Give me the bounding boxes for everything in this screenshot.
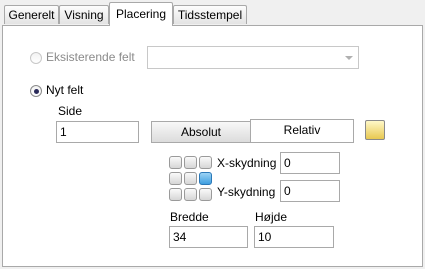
anchor-cell[interactable] (199, 156, 212, 169)
existing-field-select[interactable] (147, 46, 359, 69)
chevron-down-icon (345, 56, 353, 60)
tab-bar: Generelt Visning Placering Tidsstempel (0, 0, 425, 26)
width-input[interactable]: 34 (169, 226, 248, 248)
new-field-label: Nyt felt (46, 83, 84, 97)
anchor-cell[interactable] (184, 156, 197, 169)
side-label: Side (58, 104, 83, 118)
tab-generelt[interactable]: Generelt (4, 5, 59, 24)
width-label: Bredde (170, 210, 209, 224)
y-offset-input[interactable]: 0 (280, 180, 340, 202)
y-offset-label: Y-skydning (217, 185, 276, 199)
anchor-cell[interactable] (184, 188, 197, 201)
anchor-cell[interactable] (169, 156, 182, 169)
tab-placering[interactable]: Placering (109, 2, 173, 26)
anchor-grid (169, 156, 215, 202)
absolute-button[interactable]: Absolut (151, 121, 251, 143)
anchor-cell-selected[interactable] (199, 172, 212, 185)
anchor-cell[interactable] (169, 188, 182, 201)
existing-field-label: Eksisterende felt (46, 50, 135, 64)
tab-tidsstempel[interactable]: Tidsstempel (173, 5, 247, 24)
x-offset-label: X-skydning (217, 156, 277, 170)
tab-visning[interactable]: Visning (59, 5, 109, 24)
side-input[interactable]: 1 (56, 121, 139, 143)
existing-field-radio[interactable] (30, 52, 42, 64)
relative-button[interactable]: Relativ (250, 119, 354, 143)
height-label: Højde (255, 210, 288, 224)
anchor-cell[interactable] (199, 188, 212, 201)
ruler-icon[interactable] (365, 120, 385, 140)
x-offset-input[interactable]: 0 (280, 152, 340, 174)
anchor-cell[interactable] (184, 172, 197, 185)
new-field-radio[interactable] (30, 85, 42, 97)
anchor-cell[interactable] (169, 172, 182, 185)
height-input[interactable]: 10 (254, 226, 334, 248)
